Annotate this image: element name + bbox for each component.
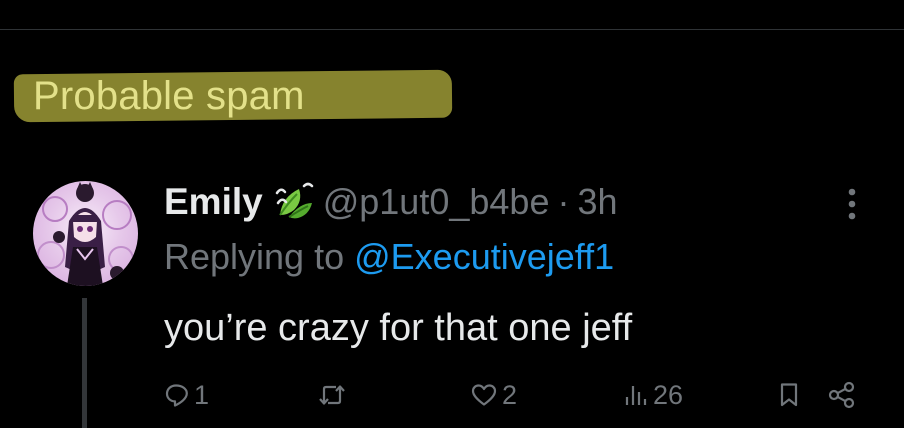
share-icon bbox=[827, 380, 857, 410]
avatar[interactable] bbox=[33, 181, 138, 286]
reply-button[interactable]: 1 bbox=[164, 378, 209, 412]
reply-icon bbox=[164, 382, 190, 408]
timestamp[interactable]: 3h bbox=[577, 181, 617, 223]
views-count: 26 bbox=[653, 379, 684, 410]
more-options-icon[interactable] bbox=[838, 184, 866, 224]
separator-dot: · bbox=[557, 181, 570, 222]
author-display-name[interactable]: Emily bbox=[164, 181, 263, 223]
author-handle[interactable]: @p1ut0_b4be bbox=[323, 181, 550, 223]
retweet-icon bbox=[317, 382, 347, 408]
bookmark-button[interactable] bbox=[777, 378, 801, 412]
thread-connector-line bbox=[82, 298, 87, 428]
replying-to-label: Replying to bbox=[164, 236, 345, 277]
like-button[interactable]: 2 bbox=[470, 378, 517, 412]
views-button[interactable]: 26 bbox=[623, 378, 683, 412]
tweet-text: you’re crazy for that one jeff bbox=[164, 307, 633, 349]
reply-mention-link[interactable]: @Executivejeff1 bbox=[354, 236, 614, 277]
tweet-header: Emily @p1ut0_b4be · 3h bbox=[164, 178, 618, 226]
replying-to-line: Replying to @Executivejeff1 bbox=[164, 234, 614, 280]
bookmark-icon bbox=[777, 381, 801, 409]
retweet-button[interactable] bbox=[317, 378, 351, 412]
views-chart-icon bbox=[623, 382, 649, 408]
like-count: 2 bbox=[502, 379, 518, 410]
spam-annotation: Probable spam bbox=[13, 66, 453, 126]
reply-count: 1 bbox=[194, 379, 210, 410]
heart-icon bbox=[470, 382, 498, 408]
top-divider bbox=[0, 29, 904, 30]
leaf-emoji-icon bbox=[273, 181, 315, 223]
share-button[interactable] bbox=[827, 378, 857, 412]
avatar-illustration bbox=[37, 182, 134, 286]
spam-annotation-label: Probable spam bbox=[33, 74, 305, 118]
